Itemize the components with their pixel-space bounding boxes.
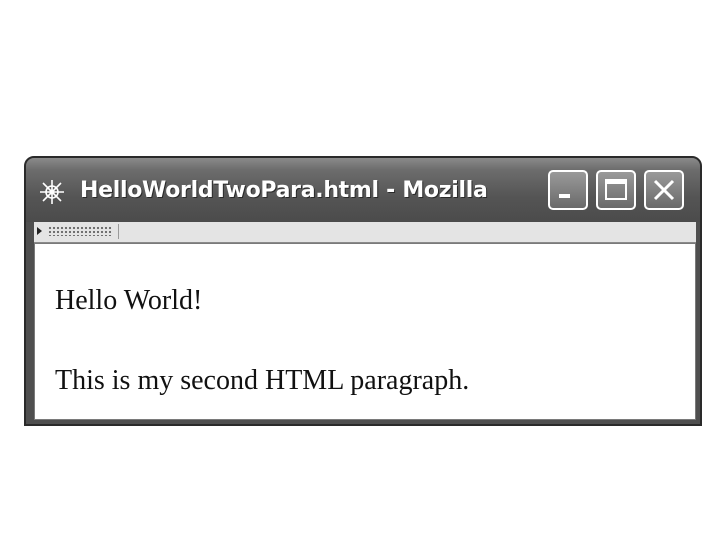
page-content: Hello World! This is my second HTML para… xyxy=(34,243,696,420)
close-icon xyxy=(653,179,675,201)
toolbar-grip-icon[interactable] xyxy=(34,224,119,239)
browser-window: HelloWorldTwoPara.html - Mozilla Hello W xyxy=(24,156,702,426)
mozilla-app-icon[interactable] xyxy=(38,178,66,206)
close-button[interactable] xyxy=(644,170,684,210)
title-bar[interactable]: HelloWorldTwoPara.html - Mozilla xyxy=(26,158,700,222)
maximize-icon xyxy=(605,179,627,200)
paragraph-1: Hello World! xyxy=(55,285,203,316)
collapsed-toolbar xyxy=(34,222,696,243)
maximize-button[interactable] xyxy=(596,170,636,210)
window-title: HelloWorldTwoPara.html - Mozilla xyxy=(80,178,488,203)
grip-dots xyxy=(48,226,112,236)
paragraph-2: This is my second HTML paragraph. xyxy=(55,365,470,396)
minimize-button[interactable] xyxy=(548,170,588,210)
expand-arrow-icon xyxy=(37,227,42,235)
minimize-icon xyxy=(559,194,570,198)
